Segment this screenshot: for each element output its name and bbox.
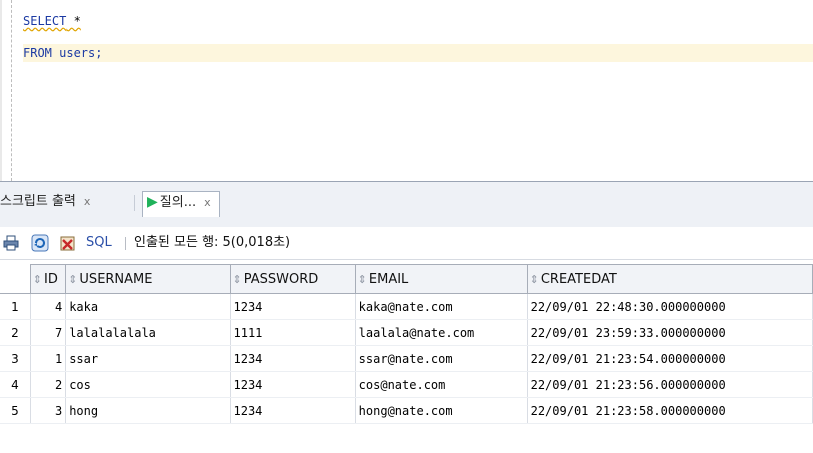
table-row[interactable]: 5 3 hong 1234 hong@nate.com 22/09/01 21:… <box>0 397 813 424</box>
column-header-createdat[interactable]: ⇕ CREATEDAT <box>526 264 813 294</box>
column-header-username[interactable]: ⇕ USERNAME <box>65 264 231 294</box>
sort-icon[interactable]: ⇕ <box>530 273 539 286</box>
cell-id[interactable]: 7 <box>30 319 67 346</box>
sort-icon[interactable]: ⇕ <box>358 273 367 286</box>
cell-email[interactable]: kaka@nate.com <box>355 293 528 320</box>
cell-createdat[interactable]: 22/09/01 21:23:54.000000000 <box>527 345 813 372</box>
close-icon[interactable]: x <box>204 196 211 209</box>
sort-icon[interactable]: ⇕ <box>68 273 77 286</box>
fetch-status: 인출된 모든 행: 5(0,018초) <box>134 235 291 250</box>
keyword-select: SELECT <box>23 14 67 28</box>
code-text: * <box>66 14 81 28</box>
code-line-2[interactable]: FROM users; <box>23 44 813 62</box>
result-toolbar: SQL 인출된 모든 행: 5(0,018초) <box>0 227 813 260</box>
tab-label: 질의... <box>159 195 197 210</box>
cell-createdat[interactable]: 22/09/01 23:59:33.000000000 <box>527 319 813 346</box>
result-grid[interactable]: ⇕ ID ⇕ USERNAME ⇕ PASSWORD ⇕ EMAIL ⇕ CREATEDA… <box>0 264 813 424</box>
cell-id[interactable]: 2 <box>30 371 67 398</box>
editor-gutter <box>0 0 2 181</box>
cell-id[interactable]: 1 <box>30 345 67 372</box>
row-number: 3 <box>0 345 31 372</box>
sql-editor[interactable]: SELECT * FROM users; <box>0 0 813 181</box>
result-table: ⇕ ID ⇕ USERNAME ⇕ PASSWORD ⇕ EMAIL ⇕ CREATEDA… <box>0 264 813 424</box>
cell-password[interactable]: 1234 <box>230 293 356 320</box>
table-row[interactable]: 3 1 ssar 1234 ssar@nate.com 22/09/01 21:… <box>0 345 813 372</box>
keyword-from: FROM <box>23 46 52 60</box>
column-header-password[interactable]: ⇕ PASSWORD <box>229 264 356 294</box>
column-header-id[interactable]: ⇕ ID <box>29 264 67 294</box>
code-text: users; <box>51 46 103 60</box>
cell-id[interactable]: 3 <box>30 397 67 424</box>
cell-password[interactable]: 1111 <box>230 319 356 346</box>
row-number: 4 <box>0 371 31 398</box>
table-row[interactable]: 4 2 cos 1234 cos@nate.com 22/09/01 21:23… <box>0 371 813 398</box>
header-row: ⇕ ID ⇕ USERNAME ⇕ PASSWORD ⇕ EMAIL ⇕ CREATEDA… <box>0 264 813 294</box>
toolbar-separator <box>125 237 126 250</box>
cell-createdat[interactable]: 22/09/01 21:23:58.000000000 <box>527 397 813 424</box>
tab-label: 스크립트 출력 <box>0 194 76 209</box>
editor-margin-guide <box>11 0 12 181</box>
cell-username[interactable]: hong <box>65 397 231 424</box>
cell-email[interactable]: laalala@nate.com <box>355 319 528 346</box>
tab-query-result[interactable]: ▶ 질의... x <box>142 191 220 217</box>
sort-icon[interactable]: ⇕ <box>33 273 42 286</box>
refresh-icon[interactable] <box>31 234 49 252</box>
cell-id[interactable]: 4 <box>30 293 67 320</box>
print-icon[interactable] <box>2 234 20 252</box>
tab-script-output[interactable]: 스크립트 출력 x <box>0 192 90 212</box>
sql-button[interactable]: SQL <box>86 234 112 252</box>
cell-createdat[interactable]: 22/09/01 21:23:56.000000000 <box>527 371 813 398</box>
row-number: 5 <box>0 397 31 424</box>
result-tab-strip: 스크립트 출력 x ▶ 질의... x <box>0 181 813 228</box>
cell-username[interactable]: lalalalalala <box>65 319 231 346</box>
row-number: 1 <box>0 293 31 320</box>
row-number-header <box>0 264 31 294</box>
export-icon[interactable] <box>59 234 77 252</box>
cell-password[interactable]: 1234 <box>230 345 356 372</box>
cell-password[interactable]: 1234 <box>230 397 356 424</box>
row-number: 2 <box>0 319 31 346</box>
cell-username[interactable]: cos <box>65 371 231 398</box>
column-label: PASSWORD <box>243 271 319 287</box>
code-line-1[interactable]: SELECT * <box>23 12 813 30</box>
cell-password[interactable]: 1234 <box>230 371 356 398</box>
column-label: USERNAME <box>79 271 153 287</box>
cell-username[interactable]: ssar <box>65 345 231 372</box>
cell-email[interactable]: cos@nate.com <box>355 371 528 398</box>
cell-email[interactable]: hong@nate.com <box>355 397 528 424</box>
table-row[interactable]: 1 4 kaka 1234 kaka@nate.com 22/09/01 22:… <box>0 293 813 320</box>
run-icon: ▶ <box>147 194 158 210</box>
column-header-email[interactable]: ⇕ EMAIL <box>354 264 528 294</box>
column-label: EMAIL <box>368 271 409 287</box>
cell-username[interactable]: kaka <box>65 293 231 320</box>
cell-email[interactable]: ssar@nate.com <box>355 345 528 372</box>
column-label: ID <box>44 271 58 287</box>
tab-divider <box>134 195 135 211</box>
close-icon[interactable]: x <box>84 195 91 208</box>
table-row[interactable]: 2 7 lalalalalala 1111 laalala@nate.com 2… <box>0 319 813 346</box>
cell-createdat[interactable]: 22/09/01 22:48:30.000000000 <box>527 293 813 320</box>
column-label: CREATEDAT <box>540 271 617 287</box>
sort-icon[interactable]: ⇕ <box>233 273 242 286</box>
